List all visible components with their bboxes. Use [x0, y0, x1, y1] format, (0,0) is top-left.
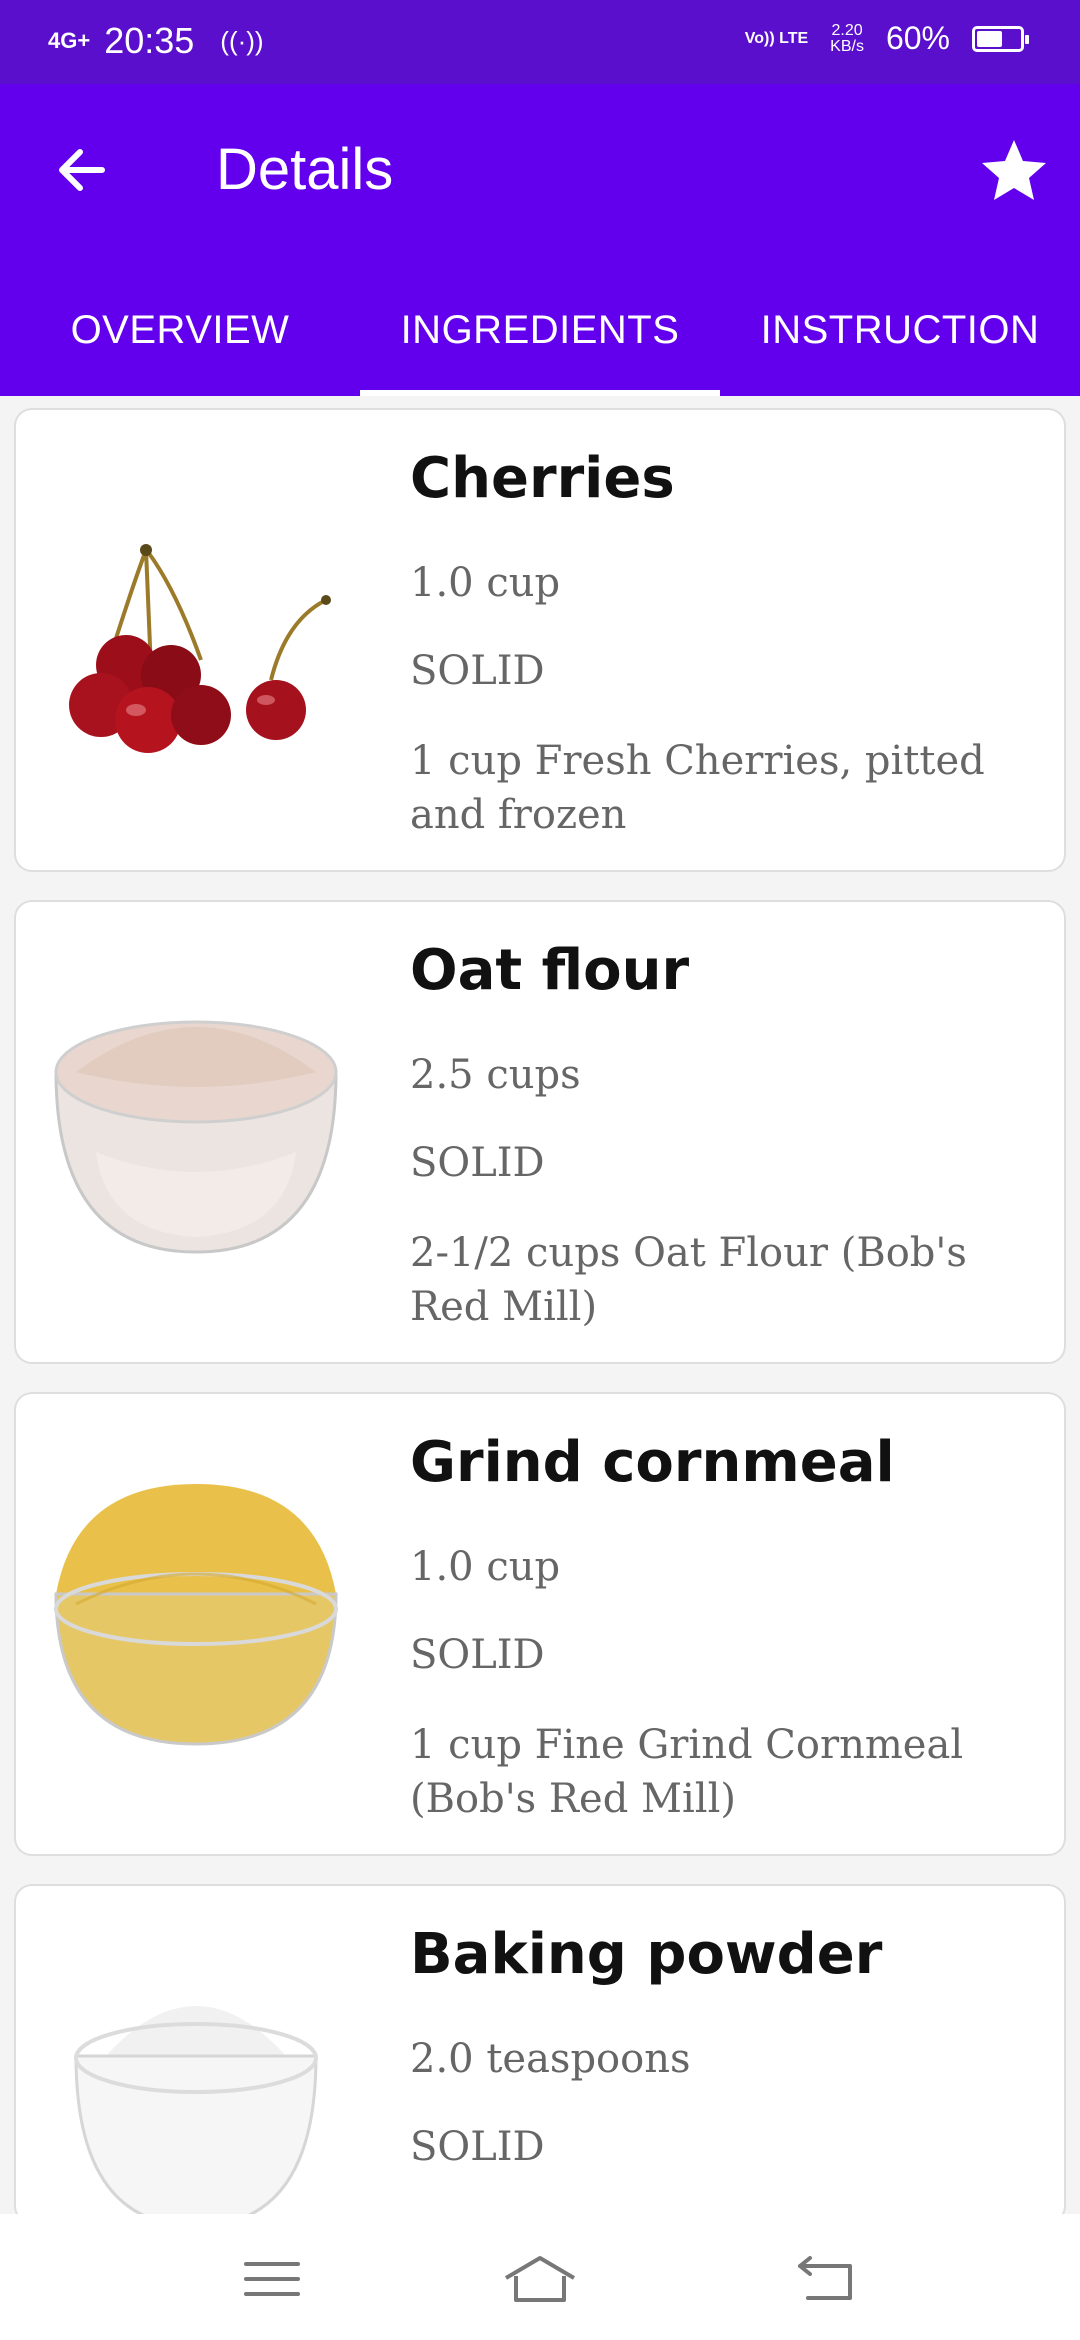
cornmeal-bowl-image — [54, 1484, 338, 1746]
ingredient-card[interactable]: Cherries 1.0 cup SOLID 1 cup Fresh Cherr… — [14, 408, 1066, 872]
ingredient-card[interactable]: Oat flour 2.5 cups SOLID 2-1/2 cups Oat … — [14, 900, 1066, 1364]
ingredient-state: SOLID — [410, 2124, 545, 2170]
ingredient-quantity: 2.5 cups — [410, 1052, 581, 1098]
oat-flour-bowl-image — [54, 1020, 338, 1254]
tab-ingredients-label: INGREDIENTS — [400, 308, 680, 352]
ingredient-quantity: 2.0 teaspoons — [410, 2036, 691, 2082]
network-speed-value: 2.20 — [831, 21, 863, 39]
nav-back-button[interactable] — [786, 2244, 866, 2314]
ingredient-description: 1 cup Fine Grind Cornmeal (Bob's Red Mil… — [410, 1722, 964, 1822]
system-nav-bar — [0, 2214, 1080, 2340]
network-indicator: 4G+ — [48, 28, 91, 53]
ingredient-description: 1 cup Fresh Cherries, pitted and frozen — [410, 738, 985, 838]
ingredient-card[interactable]: Baking powder 2.0 teaspoons SOLID — [14, 1884, 1066, 2228]
ingredient-name: Cherries — [410, 446, 675, 511]
ingredient-quantity: 1.0 cup — [410, 560, 561, 606]
ingredient-state: SOLID — [410, 1632, 545, 1678]
tab-ingredients[interactable]: INGREDIENTS — [360, 292, 720, 396]
home-button[interactable] — [500, 2244, 580, 2314]
ingredient-name: Baking powder — [410, 1922, 883, 1987]
page-title: Details — [216, 137, 394, 202]
tab-overview-label: OVERVIEW — [70, 308, 290, 352]
tab-overview[interactable]: OVERVIEW — [0, 292, 360, 396]
favorite-button[interactable] — [974, 130, 1054, 210]
volte-indicator: Vo)) LTE — [744, 29, 809, 47]
hotspot-icon: ((·)) — [220, 25, 264, 56]
tab-instruction[interactable]: INSTRUCTION — [720, 292, 1080, 396]
menu-icon — [244, 2262, 300, 2296]
tab-instruction-label: INSTRUCTION — [760, 308, 1040, 352]
network-speed: 2.20 KB/s — [830, 21, 864, 55]
back-button[interactable] — [44, 130, 124, 210]
ingredient-state: SOLID — [410, 1140, 545, 1186]
battery-icon — [972, 25, 1029, 52]
ingredient-name: Oat flour — [410, 938, 690, 1003]
battery-percent: 60% — [885, 20, 950, 56]
arrow-back-icon — [59, 149, 105, 191]
status-bar: 4G+ 20:35 ((·)) Vo)) LTE 2.20 KB/s 60% — [0, 0, 1080, 84]
menu-button[interactable] — [232, 2244, 312, 2314]
ingredient-state: SOLID — [410, 648, 545, 694]
ingredient-description: 2-1/2 cups Oat Flour (Bob's Red Mill) — [410, 1230, 967, 1330]
back-icon — [798, 2256, 852, 2300]
star-icon — [982, 140, 1046, 200]
network-speed-unit: KB/s — [830, 37, 864, 55]
cherries-image — [69, 544, 331, 753]
home-icon — [504, 2256, 576, 2302]
status-time: 20:35 — [104, 20, 195, 61]
ingredient-name: Grind cornmeal — [410, 1430, 895, 1495]
app-bar: Details OVERVIEW INGREDIENTS INSTRUCTION — [0, 84, 1080, 396]
ingredient-quantity: 1.0 cup — [410, 1544, 561, 1590]
tab-bar: OVERVIEW INGREDIENTS INSTRUCTION — [0, 292, 1080, 396]
ingredient-card[interactable]: Grind cornmeal 1.0 cup SOLID 1 cup Fine … — [14, 1392, 1066, 1856]
